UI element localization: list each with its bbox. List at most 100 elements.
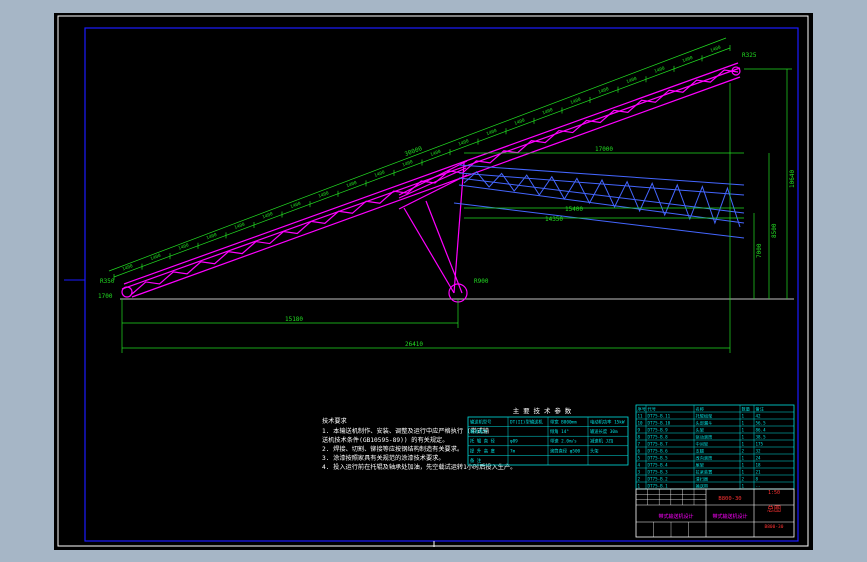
spec-cell: 输送长度 30m xyxy=(590,428,618,435)
dim-left-offset-label: 1700 xyxy=(98,293,113,300)
dim-left-end-label: R350 xyxy=(100,278,115,285)
parts-cell: DT75-B.3 xyxy=(648,469,669,474)
parts-cell: 42 xyxy=(756,413,762,418)
segment-label: 1400 xyxy=(682,55,695,65)
spec-cell: 提 升 高 度 xyxy=(470,447,496,454)
parts-cell: DT75-B.8 xyxy=(648,434,669,439)
parts-header-cell: 代号 xyxy=(648,405,656,412)
parts-cell: 175 xyxy=(756,441,764,446)
spec-cell: 电动机功率 15kW xyxy=(590,419,625,426)
parts-cell: 10 xyxy=(638,420,644,425)
parts-cell: 头部漏斗 xyxy=(696,419,713,426)
support-leg-rear xyxy=(425,200,463,294)
parts-cell: 8 xyxy=(756,476,759,481)
parts-header-cell: 备注 xyxy=(756,405,765,412)
parts-cell: 拉紧装置 xyxy=(696,468,713,475)
dim-total-label: 26410 xyxy=(405,341,423,348)
segment-label: 1400 xyxy=(458,138,471,148)
parts-cell: DT75-B.11 xyxy=(648,413,671,418)
segment-label: 1400 xyxy=(542,107,555,117)
parts-cell: 头架 xyxy=(696,426,704,433)
note-line: 1. 本输送机制作、安装、调整及运行中应严格执行 (带式输 xyxy=(322,427,490,435)
main-truss xyxy=(121,62,741,298)
dim-radius-label: R900 xyxy=(474,278,489,285)
swing-web xyxy=(463,171,741,228)
dimension-lines xyxy=(108,37,792,353)
spec-cell: 倾角 14° xyxy=(550,428,569,435)
drawing-sheet: 26410 15180 30000 1700 10640 8500 7000 1… xyxy=(54,13,813,550)
dim-bottom-label: 15180 xyxy=(285,316,303,323)
parts-cell: 托辊组架 xyxy=(696,412,713,419)
spec-table-title: 主 要 技 术 参 数 xyxy=(513,406,572,415)
title-block: B800-30 1:50 总图 带式输送机设计 带式输送机设计 B800-30 xyxy=(635,488,795,538)
note-line: 2. 焊接、切割、铆接等应按钢结构制造有关要求。 xyxy=(322,445,463,453)
parts-cell: 1 xyxy=(742,462,745,467)
parts-cell: 18 xyxy=(756,462,762,467)
parts-cell: 7 xyxy=(638,441,641,446)
support-leg-front xyxy=(403,207,455,294)
segment-label: 1400 xyxy=(486,128,499,138)
parts-cell: 38.5 xyxy=(756,434,767,439)
notes-title: 技术要求 xyxy=(322,417,347,425)
parts-cell: 2 xyxy=(638,476,641,481)
parts-cell: 4 xyxy=(638,462,641,467)
note-line: 4. 投入运行前在托辊及轴承处加油，先空载试运转1小时后投入生产。 xyxy=(322,463,516,471)
parts-cell: DT75-B.2 xyxy=(648,476,669,481)
dim-top-end-label: R325 xyxy=(742,52,757,59)
parts-header-cell: 序号 xyxy=(638,405,646,412)
parts-cell: 1 xyxy=(742,455,745,460)
segment-label: 1400 xyxy=(206,232,219,242)
segment-ticks xyxy=(113,45,731,280)
parts-cell: 21 xyxy=(756,469,762,474)
parts-cell: 输送带 xyxy=(696,482,709,489)
parts-cell: DT75-B.6 xyxy=(648,448,669,453)
dim-span-top-label: 17000 xyxy=(595,146,613,153)
parts-cell: 5 xyxy=(638,455,641,460)
truss-belt-line xyxy=(123,62,739,285)
spec-cell: 滚筒直径 φ500 xyxy=(550,447,581,454)
swing-positions xyxy=(453,164,745,239)
parts-cell: DT75-B.5 xyxy=(648,455,669,460)
parts-cell: 9 xyxy=(638,427,641,432)
dim-height-mid-label: 8500 xyxy=(771,223,778,238)
parts-cell: 清扫器 xyxy=(696,475,709,482)
spec-cell: 托 辊 直 径 xyxy=(470,438,496,445)
support-frame xyxy=(398,162,468,303)
parts-cell: -- xyxy=(756,483,761,488)
segment-label: 1400 xyxy=(514,117,527,127)
dim-right-height-label: 10640 xyxy=(789,170,796,188)
segment-label: 1400 xyxy=(710,44,723,54)
spec-cell: 7m xyxy=(510,448,516,454)
spec-cell: DT(II)型输送机 xyxy=(510,419,543,426)
parts-cell: 1 xyxy=(742,420,745,425)
parts-cell: 86.4 xyxy=(756,427,767,432)
parts-cell: 1 xyxy=(742,413,745,418)
drawing-number: B800-30 xyxy=(718,496,741,502)
drawing-name: 总图 xyxy=(767,504,781,513)
conveyor-assembly-drawing: 26410 15180 30000 1700 10640 8500 7000 1… xyxy=(57,15,809,547)
parts-cell: 6 xyxy=(638,448,641,453)
segment-label: 1400 xyxy=(402,159,415,169)
segment-label: 1400 xyxy=(430,149,443,159)
dim-height-low-label: 7000 xyxy=(756,243,763,258)
parts-cell: 8 xyxy=(638,434,641,439)
support-strut xyxy=(453,162,465,294)
company-name-secondary: 带式输送机设计 xyxy=(712,513,747,520)
swing-line-2 xyxy=(458,172,745,196)
tail-pulley xyxy=(121,286,133,298)
parts-cell: 3 xyxy=(638,469,641,474)
parts-cell: DT75-B.9 xyxy=(648,427,669,432)
parts-cell: 中间架 xyxy=(696,440,709,447)
parts-cell: DT75-B.10 xyxy=(648,420,671,425)
spec-cell: 输送能力 xyxy=(470,428,487,435)
parts-cell: DT75-B.7 xyxy=(648,441,669,446)
parts-cell: 11 xyxy=(638,413,644,418)
segment-label: 1400 xyxy=(150,253,163,263)
parts-cell: 32 xyxy=(756,448,762,453)
parts-cell: 24 xyxy=(756,455,762,460)
parts-cell: 1 xyxy=(638,483,641,488)
parts-cell: DT75-B.1 xyxy=(648,483,669,488)
parts-cell: 1 xyxy=(742,483,745,488)
spec-cell: 输送机型号 xyxy=(470,419,491,426)
parts-cell: 1 xyxy=(742,469,745,474)
